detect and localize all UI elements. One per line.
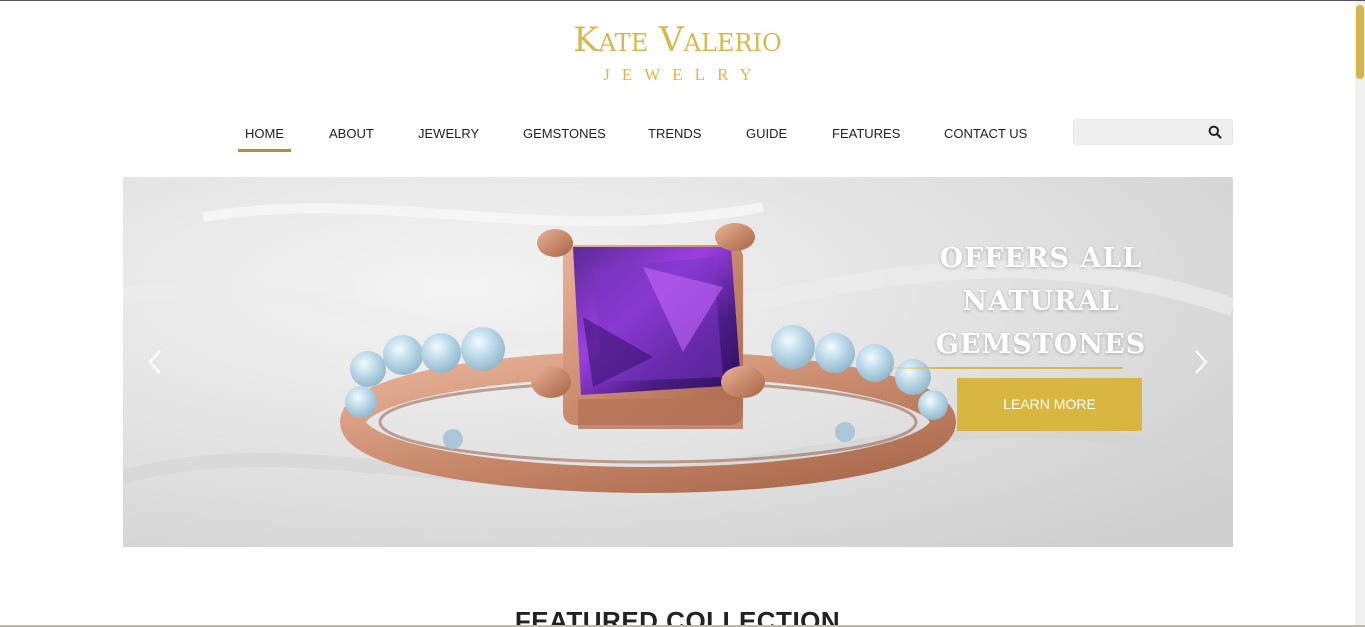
featured-collection-heading: FEATURED COLLECTION [514,606,841,627]
search-box [1073,119,1233,145]
nav-item-guide[interactable]: GUIDE [746,124,787,144]
nav-item-jewelry[interactable]: JEWELRY [418,124,479,144]
nav-item-features[interactable]: FEATURES [832,124,900,144]
nav-item-home[interactable]: HOME [238,124,291,152]
scrollbar-thumb[interactable] [1356,5,1364,79]
window-top-border [0,0,1365,1]
slide-divider [883,367,1123,369]
learn-more-button[interactable]: LEARN MORE [957,378,1142,431]
site-logo[interactable]: Kate Valerio JEWELRY [0,18,1355,86]
logo-brand-subtitle: JEWELRY [603,65,764,84]
slide-headline: OFFERS ALL NATURAL GEMSTONES [935,243,1147,360]
chevron-left-icon[interactable] [143,347,167,377]
nav-item-about[interactable]: ABOUT [329,124,374,144]
hero-slider: OFFERS ALL NATURAL GEMSTONES LEARN MORE [123,177,1233,547]
logo-brand-name[interactable]: Kate Valerio [0,18,1355,62]
page-scrollbar[interactable] [1355,1,1365,625]
search-icon[interactable] [1208,125,1222,139]
nav-item-contact-us[interactable]: CONTACT US [944,124,1027,144]
nav-item-trends[interactable]: TRENDS [648,124,701,144]
search-input[interactable] [1082,123,1202,141]
chevron-right-icon[interactable] [1189,347,1213,377]
nav-item-gemstones[interactable]: GEMSTONES [523,124,606,144]
